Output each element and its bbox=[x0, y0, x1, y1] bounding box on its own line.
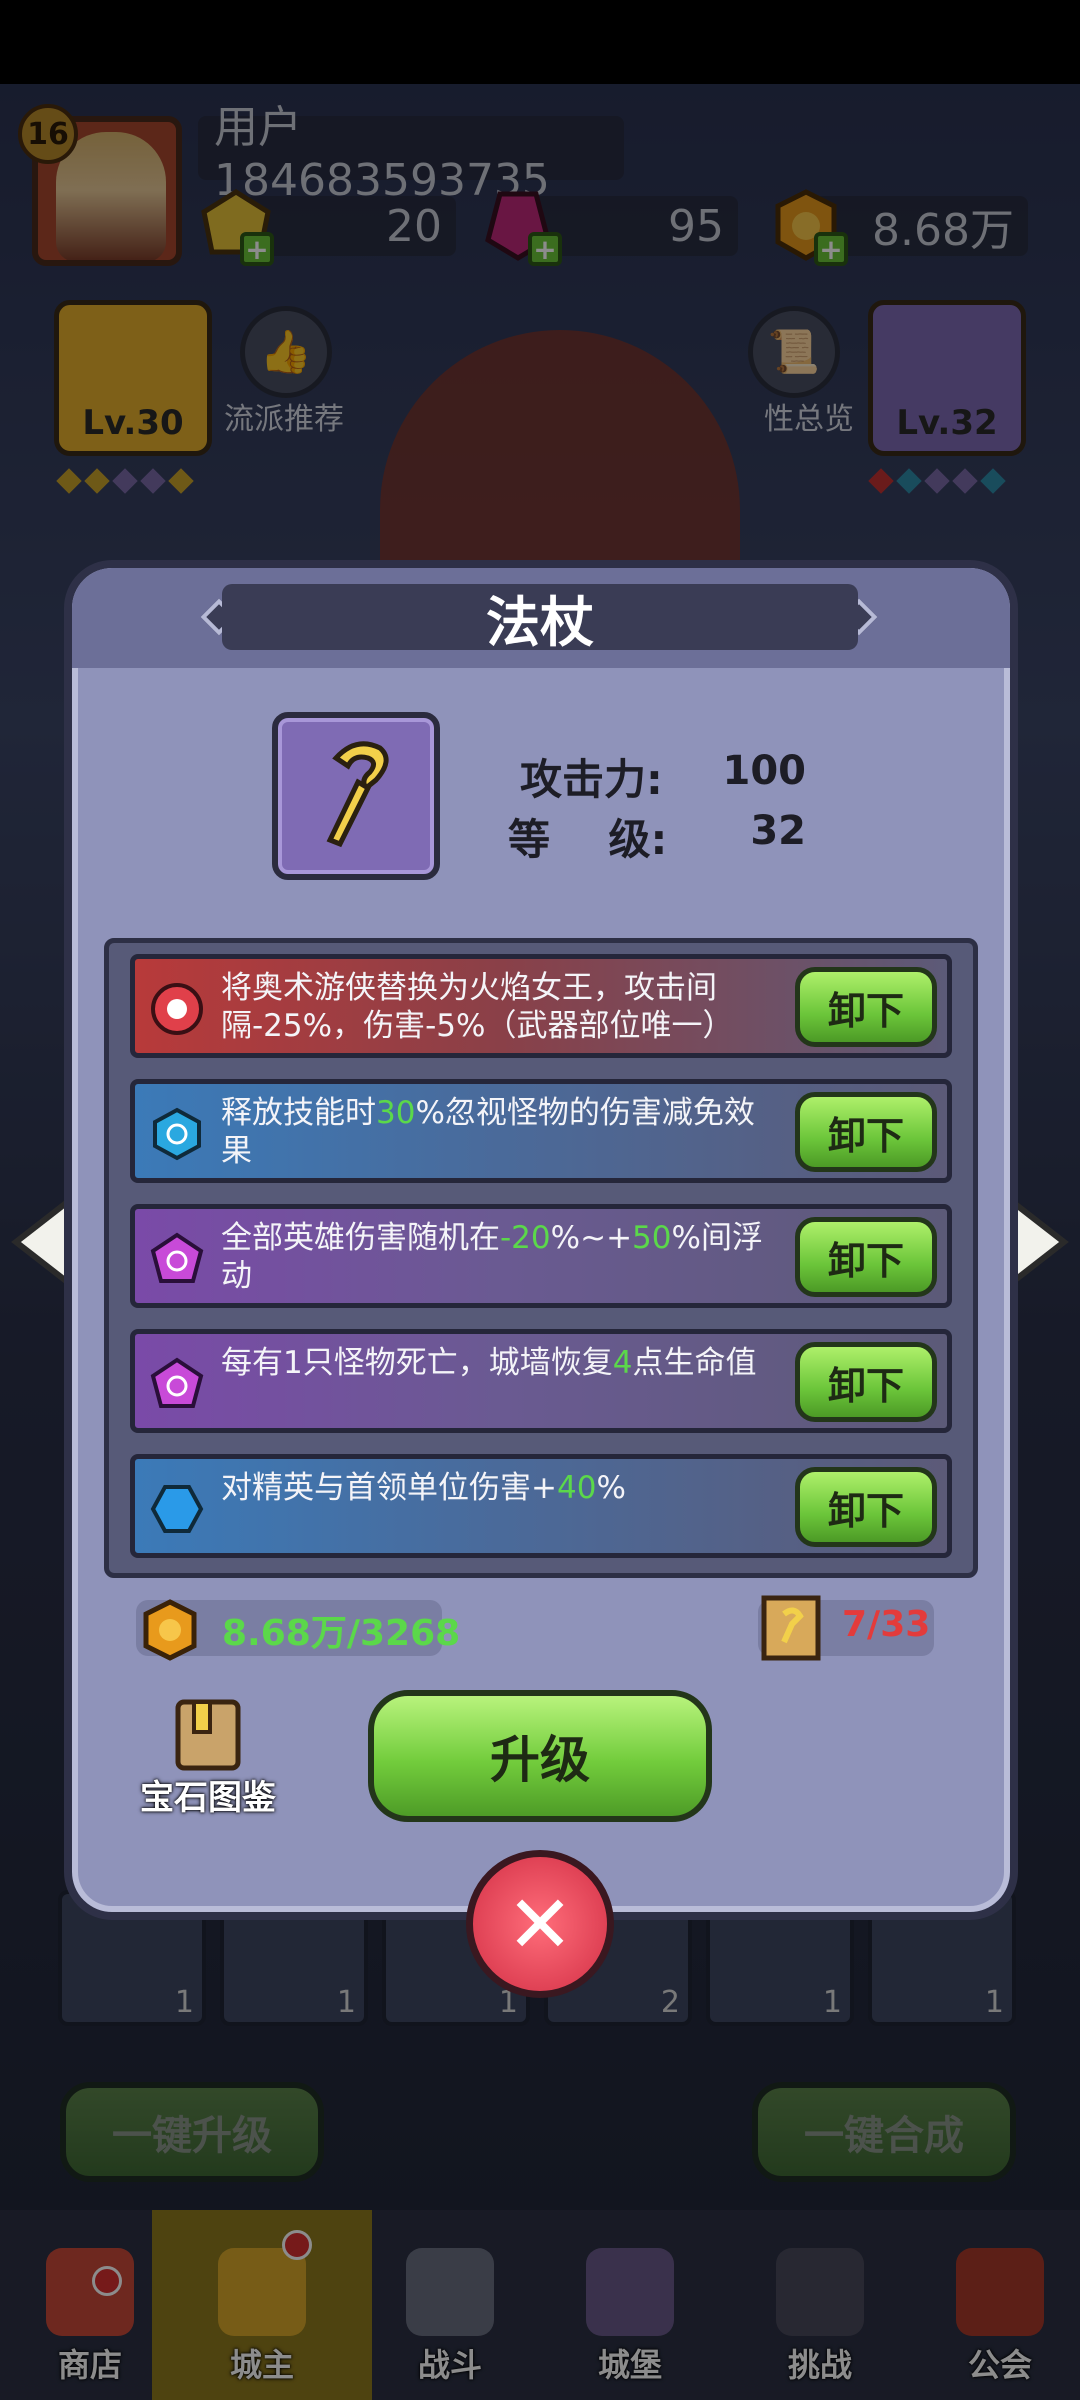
staff-icon bbox=[326, 741, 389, 848]
unequip-button[interactable]: 卸下 bbox=[795, 1217, 937, 1297]
attack-label: 攻击力: bbox=[520, 755, 663, 804]
unequip-button[interactable]: 卸下 bbox=[795, 1467, 937, 1547]
weapon-slot bbox=[272, 712, 440, 880]
status-bar bbox=[0, 0, 1080, 84]
unequip-button[interactable]: 卸下 bbox=[795, 1092, 937, 1172]
affix-text: 对精英与首领单位伤害+40% bbox=[221, 1470, 626, 1506]
upgrade-button[interactable]: 升级 bbox=[368, 1690, 712, 1822]
unequip-button[interactable]: 卸下 bbox=[795, 1342, 937, 1422]
affix-row: 全部英雄伤害随机在-20%~+50%间浮动 卸下 bbox=[130, 1204, 952, 1308]
dialog-title: 法杖 bbox=[222, 584, 858, 654]
affix-text: 每有1只怪物死亡，城墙恢复4点生命值 bbox=[221, 1345, 757, 1381]
attack-value: 100 bbox=[722, 748, 807, 794]
affix-text: 将奥术游侠替换为火焰女王，攻击间隔-25%，伤害-5%（武器部位唯一） bbox=[221, 970, 734, 1044]
purple-swirl-gem-icon bbox=[150, 1232, 204, 1283]
level-value: 32 bbox=[750, 808, 806, 854]
staff-scroll-icon bbox=[761, 1595, 821, 1661]
gem-book-icon[interactable] bbox=[170, 1696, 246, 1774]
affix-text: 释放技能时30%忽视怪物的伤害减免效果 bbox=[221, 1095, 755, 1169]
blue-swirl-gem-icon bbox=[153, 1107, 201, 1161]
scroll-count: 7/33 bbox=[842, 1604, 931, 1645]
affix-row: 对精英与首领单位伤害+40% 卸下 bbox=[130, 1454, 952, 1558]
unequip-button[interactable]: 卸下 bbox=[795, 967, 937, 1047]
level-label: 等 级: bbox=[508, 815, 668, 864]
close-icon[interactable]: ✕ bbox=[466, 1850, 614, 1998]
gold-cost: 8.68万/3268 bbox=[222, 1613, 461, 1654]
affix-row: 释放技能时30%忽视怪物的伤害减免效果 卸下 bbox=[130, 1079, 952, 1183]
purple-swirl-gem-icon bbox=[150, 1357, 204, 1408]
blue-gem-icon bbox=[150, 1485, 204, 1533]
affix-row: 将奥术游侠替换为火焰女王，攻击间隔-25%，伤害-5%（武器部位唯一） 卸下 bbox=[130, 954, 952, 1058]
gold-coin-icon bbox=[143, 1599, 197, 1661]
gem-book-label: 宝石图鉴 bbox=[140, 1778, 276, 1818]
red-sun-gem-icon bbox=[151, 983, 203, 1035]
affix-row: 每有1只怪物死亡，城墙恢复4点生命值 卸下 bbox=[130, 1329, 952, 1433]
affix-text: 全部英雄伤害随机在-20%~+50%间浮动 bbox=[221, 1220, 763, 1294]
